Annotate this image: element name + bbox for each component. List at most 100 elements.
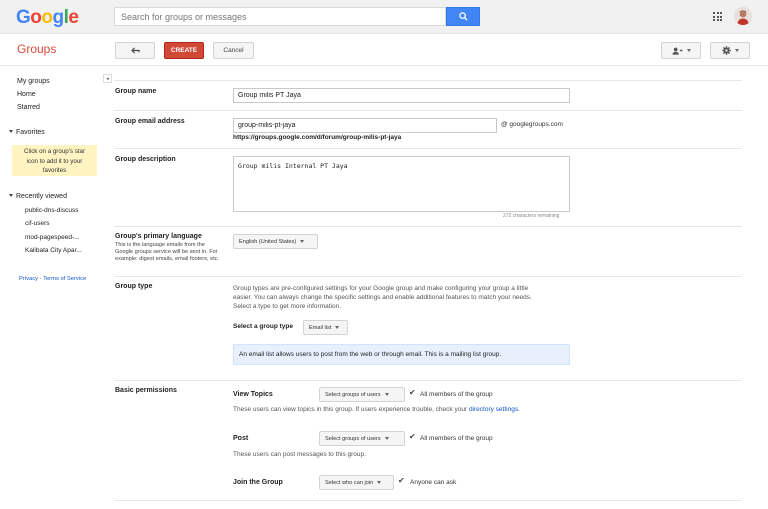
app-title[interactable]: Groups: [17, 42, 56, 56]
group-description-label: Group description: [115, 156, 176, 163]
terms-link[interactable]: Terms of Service: [43, 276, 86, 282]
view-topics-label: View Topics: [233, 391, 273, 398]
basic-permissions-label: Basic permissions: [115, 387, 177, 394]
recent-item[interactable]: public-dns-discuss: [25, 207, 78, 214]
back-arrow-icon: [130, 47, 140, 54]
group-name-label: Group name: [115, 88, 157, 95]
logo-letter: o: [41, 7, 53, 28]
email-domain-suffix: @ googlegroups.com: [501, 121, 563, 128]
search-button[interactable]: [446, 7, 480, 26]
post-select-text: Select groups of users: [325, 435, 381, 442]
divider: [114, 110, 742, 111]
logo-letter: e: [68, 7, 79, 28]
logo-letter: g: [52, 7, 65, 28]
members-menu-button[interactable]: [661, 42, 701, 59]
group-url: https://groups.google.com/d/forum/group-…: [233, 134, 402, 141]
favorites-hint: Click on a group's star icon to add it t…: [12, 145, 97, 176]
chevron-down-icon: [335, 326, 340, 329]
chevron-down-icon: [384, 437, 389, 440]
divider: [114, 148, 742, 149]
recent-item[interactable]: mod-pagespeed-...: [25, 234, 80, 241]
group-email-label: Group email address: [115, 118, 185, 125]
characters-remaining: 272 characters remaining: [503, 213, 560, 219]
group-type-dropdown[interactable]: Email list: [303, 320, 348, 335]
create-button[interactable]: CREATE: [164, 42, 204, 59]
post-dropdown[interactable]: Select groups of users: [319, 431, 405, 446]
checkmark-icon: ✔: [409, 432, 416, 441]
group-name-input[interactable]: [233, 88, 570, 103]
favorites-hint-line: icon to add it to your: [26, 157, 83, 165]
recent-section-toggle[interactable]: Recently viewed: [9, 193, 67, 200]
primary-language-label: Group's primary language: [115, 233, 202, 240]
group-type-info: An email list allows users to post from …: [233, 344, 570, 365]
sidebar-item-home[interactable]: Home: [17, 91, 36, 98]
gear-icon: [721, 46, 731, 55]
divider: [114, 276, 742, 277]
top-bar: Google: [0, 0, 768, 34]
chevron-down-icon: [686, 49, 691, 52]
favorites-hint-line: Click on a group's star: [23, 148, 86, 155]
divider: [114, 80, 742, 81]
recent-label: Recently viewed: [16, 193, 67, 200]
favorites-section-toggle[interactable]: Favorites: [9, 129, 45, 136]
settings-menu-button[interactable]: [710, 42, 750, 59]
language-dropdown[interactable]: English (United States): [233, 234, 318, 249]
favorites-label: Favorites: [16, 129, 45, 136]
group-email-input[interactable]: [233, 118, 497, 133]
chevron-down-icon: [377, 481, 382, 484]
view-topics-select-text: Select groups of users: [325, 391, 381, 398]
group-type-label: Group type: [115, 283, 153, 290]
search-icon: [458, 12, 468, 21]
view-topics-value: All members of the group: [420, 391, 493, 398]
join-group-dropdown[interactable]: Select who can join: [319, 475, 394, 490]
join-select-text: Select who can join: [325, 479, 374, 486]
google-logo[interactable]: Google: [16, 7, 79, 29]
action-bar: Groups CREATE Cancel: [0, 34, 768, 66]
view-topics-help: These users can view topics in this grou…: [233, 405, 520, 414]
view-topics-help-end: .: [518, 406, 520, 413]
chevron-down-icon: [734, 49, 739, 52]
post-value: All members of the group: [420, 435, 493, 442]
add-member-icon: [671, 47, 683, 55]
avatar[interactable]: [734, 7, 752, 25]
sidebar-item-my-groups[interactable]: My groups: [17, 78, 50, 85]
view-topics-dropdown[interactable]: Select groups of users: [319, 387, 405, 402]
group-type-description-line: easier. You can always change the specif…: [233, 294, 532, 301]
recent-item[interactable]: Kalibata City Apar...: [25, 247, 82, 254]
group-description-textarea[interactable]: Group milis Internal PT Jaya: [233, 156, 570, 212]
search-box: [114, 7, 446, 26]
divider: [114, 226, 742, 227]
primary-language-help: This is the language emails from the Goo…: [115, 242, 220, 262]
checkmark-icon: ✔: [409, 388, 416, 397]
chevron-down-icon: [300, 240, 305, 243]
view-topics-help-text: These users can view topics in this grou…: [233, 406, 468, 413]
search-input[interactable]: [115, 8, 445, 25]
post-help: These users can post messages to this gr…: [233, 451, 366, 458]
triangle-down-icon: [9, 194, 13, 197]
checkmark-icon: ✔: [398, 476, 405, 485]
join-group-value: Anyone can ask: [410, 479, 457, 486]
collapse-arrow-icon[interactable]: ◂: [103, 74, 112, 83]
triangle-down-icon: [9, 130, 13, 133]
group-type-description-line: Select a type to get more information.: [233, 303, 342, 310]
group-type-value: Email list: [309, 324, 332, 331]
language-value: English (United States): [239, 238, 297, 245]
divider: [114, 500, 742, 501]
sidebar-item-starred[interactable]: Starred: [17, 104, 40, 111]
logo-letter: o: [30, 7, 42, 28]
chevron-down-icon: [384, 393, 389, 396]
post-label: Post: [233, 435, 249, 442]
directory-settings-link[interactable]: directory settings: [469, 406, 518, 413]
recent-item[interactable]: cif-users: [25, 220, 50, 227]
favorites-hint-line: favorites: [42, 167, 67, 174]
group-type-description: Group types are pre-configured settings …: [233, 284, 532, 311]
logo-letter: G: [16, 7, 31, 28]
privacy-link[interactable]: Privacy: [19, 276, 38, 282]
divider: [114, 380, 742, 381]
select-group-type-label: Select a group type: [233, 323, 293, 330]
apps-grid-icon[interactable]: [713, 12, 722, 21]
back-button[interactable]: [115, 42, 155, 59]
join-group-label: Join the Group: [233, 479, 283, 486]
group-type-description-line: Group types are pre-configured settings …: [233, 285, 529, 292]
cancel-button[interactable]: Cancel: [213, 42, 254, 59]
